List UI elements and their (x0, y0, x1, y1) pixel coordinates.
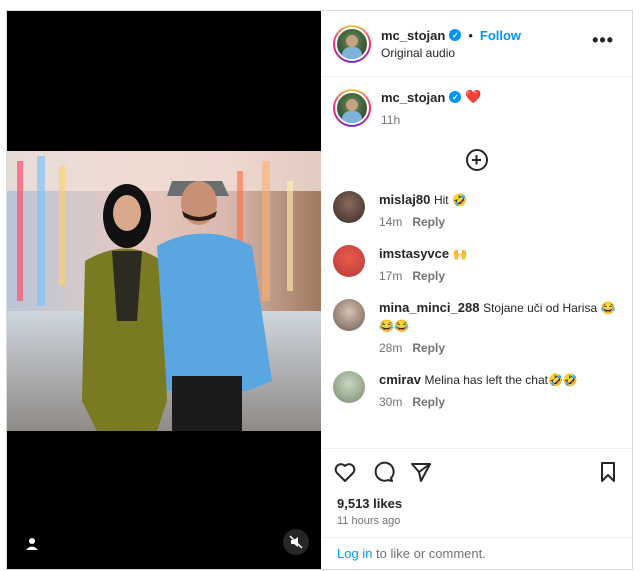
person-icon[interactable] (25, 537, 39, 551)
comment-username[interactable]: mina_minci_288 (379, 300, 479, 315)
caption: mc_stojan ✓ ❤️ 11h (333, 89, 620, 127)
comment-text: Hit 🤣 (433, 193, 467, 207)
comment-item: mislaj80 Hit 🤣 14m Reply (333, 191, 620, 231)
reply-button[interactable]: Reply (412, 341, 445, 355)
post-dialog: mc_stojan ✓ • Follow Original audio ••• … (6, 10, 633, 570)
comment-text: 🙌 (452, 247, 468, 261)
comments-list[interactable]: mc_stojan ✓ ❤️ 11h + mislaj80 Hit 🤣 14m R… (321, 77, 632, 448)
verified-icon: ✓ (449, 29, 462, 41)
post-time[interactable]: 11 hours ago (321, 511, 632, 537)
add-comment-button[interactable]: + (333, 149, 620, 171)
separator-dot: • (468, 27, 473, 43)
verified-icon: ✓ (449, 91, 462, 103)
login-prompt-text: to like or comment. (372, 546, 486, 561)
avatar[interactable] (333, 24, 371, 63)
comment-item: mina_minci_288 Stojane uči od Harisa 😂😂😂… (333, 299, 620, 357)
follow-button[interactable]: Follow (480, 28, 521, 43)
login-prompt: Log in to like or comment. (321, 537, 632, 569)
comment-username[interactable]: imstasyvce (379, 246, 449, 261)
caption-username[interactable]: mc_stojan (381, 90, 445, 105)
comment-time: 17m (379, 269, 403, 283)
post-panel: mc_stojan ✓ • Follow Original audio ••• … (321, 11, 632, 569)
more-icon[interactable]: ••• (592, 31, 614, 49)
header-username[interactable]: mc_stojan (381, 28, 445, 43)
action-bar (321, 448, 632, 494)
media-pane[interactable] (7, 11, 321, 569)
reply-button[interactable]: Reply (412, 395, 445, 409)
comment-time: 30m (379, 395, 403, 409)
share-icon[interactable] (409, 460, 433, 484)
post-header: mc_stojan ✓ • Follow Original audio ••• (321, 11, 632, 77)
comment-username[interactable]: cmirav (379, 372, 421, 387)
comment-text: Melina has left the chat🤣🤣 (424, 373, 578, 387)
comment-avatar[interactable] (333, 299, 365, 331)
caption-time: 11h (381, 113, 401, 127)
comment-item: imstasyvce 🙌 17m Reply (333, 245, 620, 285)
comment-time: 28m (379, 341, 403, 355)
comment-avatar[interactable] (333, 371, 365, 403)
comment-icon[interactable] (371, 460, 395, 484)
reply-button[interactable]: Reply (412, 215, 445, 229)
reply-button[interactable]: Reply (412, 269, 445, 283)
mute-icon[interactable] (283, 529, 309, 555)
comment-item: cmirav Melina has left the chat🤣🤣 30m Rep… (333, 371, 620, 411)
comment-avatar[interactable] (333, 191, 365, 223)
login-link[interactable]: Log in (337, 546, 372, 561)
caption-avatar[interactable] (333, 89, 371, 127)
comment-username[interactable]: mislaj80 (379, 192, 430, 207)
likes-count[interactable]: 9,513 likes (321, 494, 632, 511)
caption-text: ❤️ (465, 89, 482, 104)
comment-avatar[interactable] (333, 245, 365, 277)
bookmark-icon[interactable] (596, 460, 620, 484)
post-photo[interactable] (7, 151, 321, 431)
comment-time: 14m (379, 215, 403, 229)
add-comment-icon: + (465, 149, 488, 171)
heart-icon[interactable] (333, 460, 357, 484)
audio-label[interactable]: Original audio (381, 46, 521, 60)
